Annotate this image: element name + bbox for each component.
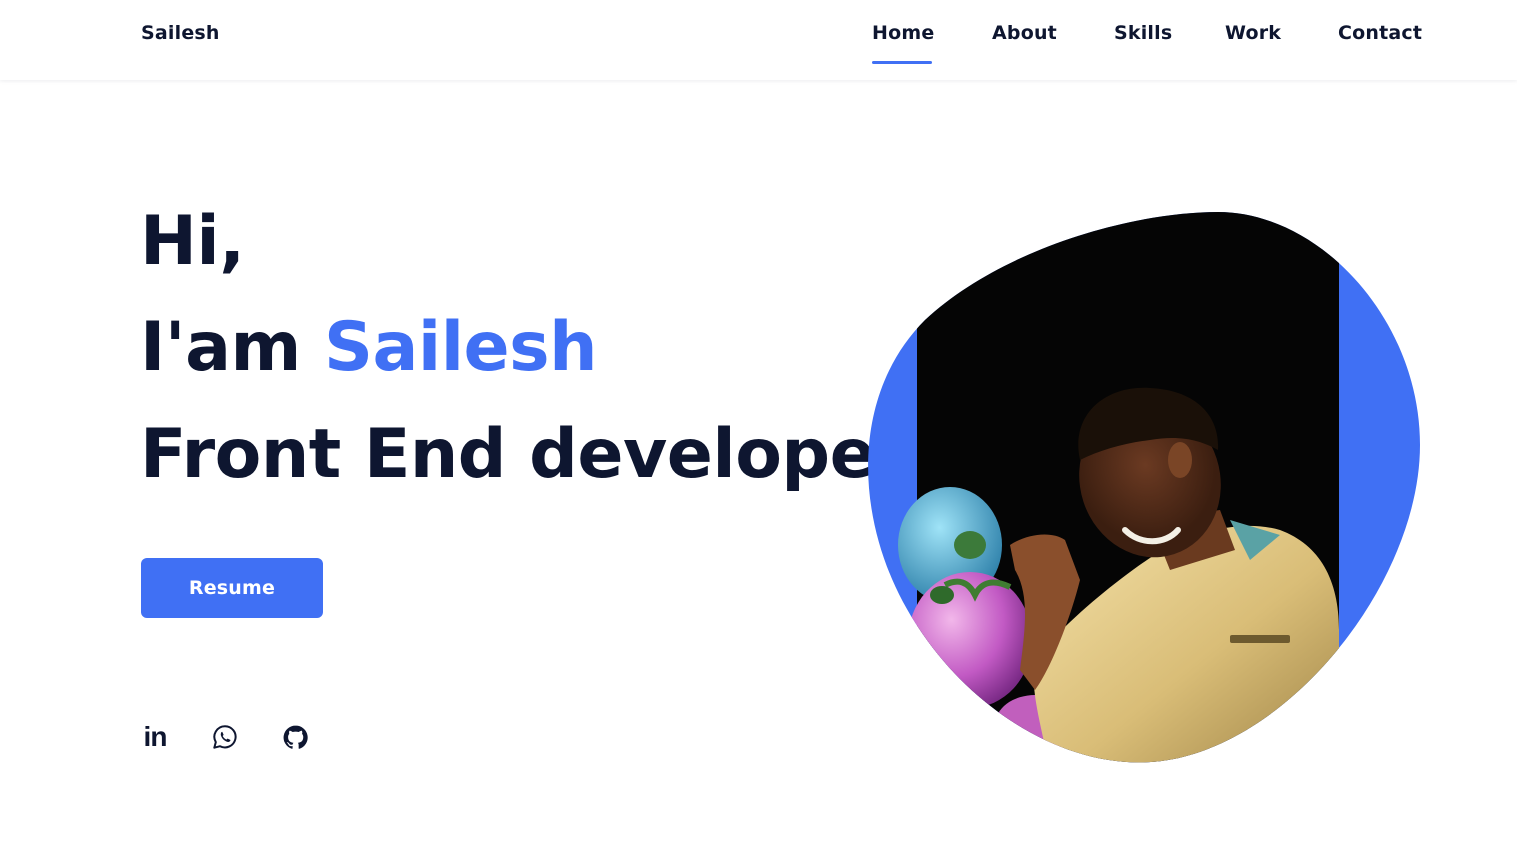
active-nav-indicator [872,61,932,64]
linkedin-glyph: in [143,721,168,752]
github-icon[interactable] [278,720,312,754]
hero-intro: I'am Sailesh [140,314,598,382]
nav-link-about[interactable]: About [992,22,1057,44]
profile-photo [868,212,1420,763]
profile-photo-blob [850,200,1430,770]
hero-intro-prefix: I'am [140,308,325,387]
site-header: Sailesh Home About Skills Work Contact [0,0,1517,80]
hero-name: Sailesh [324,308,598,387]
hero-role: Front End developer [140,415,909,494]
nav-link-home[interactable]: Home [872,22,934,44]
nav-link-skills[interactable]: Skills [1114,22,1172,44]
linkedin-icon[interactable]: in [138,720,172,754]
github-svg [283,725,308,749]
whatsapp-svg [213,725,237,749]
nav-link-work[interactable]: Work [1225,22,1281,44]
hero-greeting: Hi, [140,202,245,281]
site-logo[interactable]: Sailesh [141,22,220,44]
portfolio-page: Sailesh Home About Skills Work Contact H… [0,0,1517,842]
nav-link-contact[interactable]: Contact [1338,22,1422,44]
whatsapp-icon[interactable] [208,720,242,754]
resume-button[interactable]: Resume [141,558,323,618]
